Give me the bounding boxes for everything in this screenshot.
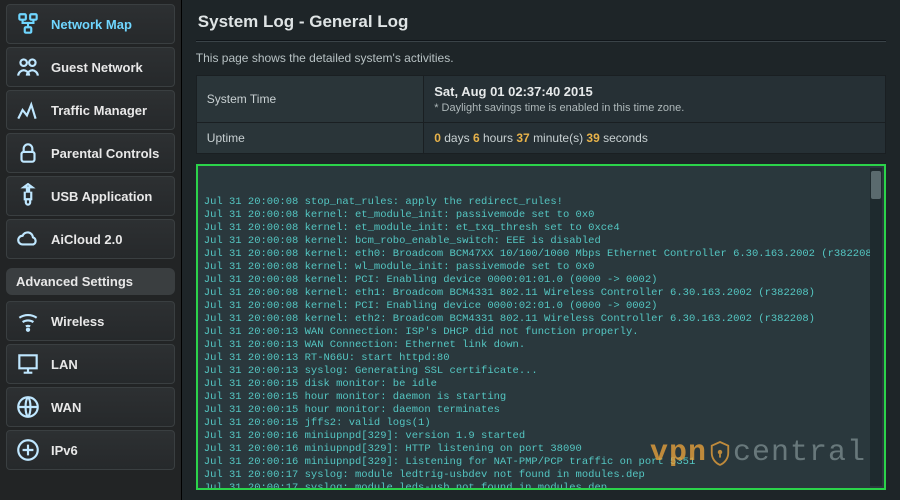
parental-controls-icon: [15, 142, 41, 164]
uptime-minutes: 37: [516, 131, 529, 145]
page-description: This page shows the detailed system's ac…: [196, 51, 886, 65]
uptime-hours: 6: [473, 131, 480, 145]
sidebar-section-advanced: Advanced Settings: [6, 268, 175, 295]
sidebar-item-guest-network[interactable]: Guest Network: [6, 47, 175, 87]
main-panel: System Log - General Log This page shows…: [182, 0, 900, 500]
sidebar-item-lan[interactable]: LAN: [6, 344, 175, 384]
uptime-label: Uptime: [196, 123, 423, 154]
sidebar-item-label: Guest Network: [51, 60, 143, 75]
sidebar-item-label: Network Map: [51, 17, 132, 32]
sidebar: Network Map Guest Network Traffic Manager P…: [0, 0, 182, 500]
sidebar-item-label: LAN: [51, 357, 78, 372]
sidebar-item-aicloud-2-0[interactable]: AiCloud 2.0: [6, 219, 175, 259]
uptime-row: Uptime 0 days 6 hours 37 minute(s) 39 se…: [196, 123, 885, 154]
uptime-days-unit: days: [444, 131, 469, 145]
wan-icon: [15, 396, 41, 418]
log-scrollbar-thumb[interactable]: [871, 171, 881, 199]
usb-application-icon: [15, 185, 41, 207]
sidebar-item-label: AiCloud 2.0: [51, 232, 123, 247]
wireless-icon: [15, 310, 41, 332]
uptime-days: 0: [434, 131, 441, 145]
sidebar-item-traffic-manager[interactable]: Traffic Manager: [6, 90, 175, 130]
title-divider: [196, 40, 886, 41]
ipv6-icon: [15, 439, 41, 461]
sidebar-item-wireless[interactable]: Wireless: [6, 301, 175, 341]
log-content: Jul 31 20:00:08 stop_nat_rules: apply th…: [204, 196, 878, 490]
guest-network-icon: [15, 56, 41, 78]
sidebar-item-parental-controls[interactable]: Parental Controls: [6, 133, 175, 173]
sidebar-item-ipv6[interactable]: IPv6: [6, 430, 175, 470]
uptime-seconds: 39: [586, 131, 599, 145]
lan-icon: [15, 353, 41, 375]
uptime-hours-unit: hours: [483, 131, 513, 145]
uptime-value: 0 days 6 hours 37 minute(s) 39 seconds: [424, 123, 886, 154]
network-map-icon: [15, 13, 41, 35]
system-time-value: Sat, Aug 01 02:37:40 2015: [434, 84, 875, 99]
page-title: System Log - General Log: [196, 6, 886, 40]
sidebar-item-label: USB Application: [51, 189, 152, 204]
system-time-note: * Daylight savings time is enabled in th…: [434, 102, 875, 114]
system-info-table: System Time Sat, Aug 01 02:37:40 2015 * …: [196, 75, 886, 154]
sidebar-item-label: WAN: [51, 400, 81, 415]
system-time-label: System Time: [196, 76, 423, 123]
sidebar-item-label: IPv6: [51, 443, 78, 458]
sidebar-item-label: Traffic Manager: [51, 103, 147, 118]
sidebar-item-network-map[interactable]: Network Map: [6, 4, 175, 44]
sidebar-item-label: Parental Controls: [51, 146, 159, 161]
system-time-value-cell: Sat, Aug 01 02:37:40 2015 * Daylight sav…: [424, 76, 886, 123]
sidebar-item-wan[interactable]: WAN: [6, 387, 175, 427]
traffic-manager-icon: [15, 99, 41, 121]
aicloud-icon: [15, 228, 41, 250]
system-time-row: System Time Sat, Aug 01 02:37:40 2015 * …: [196, 76, 885, 123]
uptime-minutes-unit: minute(s): [533, 131, 583, 145]
system-log-textarea[interactable]: Jul 31 20:00:08 stop_nat_rules: apply th…: [196, 164, 886, 490]
uptime-seconds-unit: seconds: [603, 131, 648, 145]
sidebar-item-label: Wireless: [51, 314, 104, 329]
log-scrollbar[interactable]: [870, 168, 882, 486]
sidebar-item-usb-application[interactable]: USB Application: [6, 176, 175, 216]
